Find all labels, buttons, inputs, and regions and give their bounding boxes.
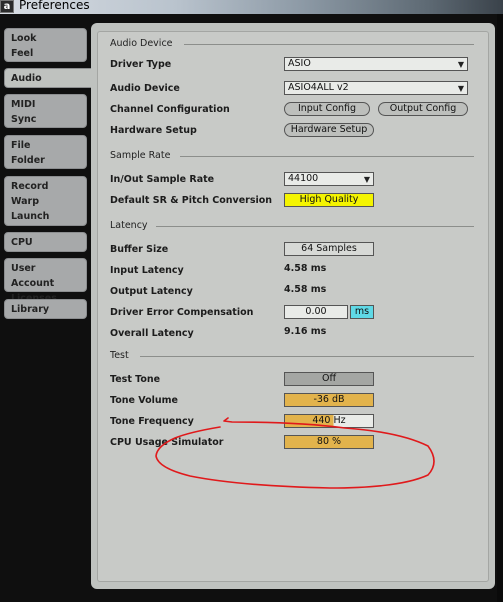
tab-user-account-licenses[interactable]: User Account Licenses (4, 258, 87, 304)
tab-label: Launch (11, 211, 50, 222)
tone-volume-slider[interactable]: -36 dB (284, 393, 374, 407)
output-latency-value: 4.58 ms (284, 284, 327, 295)
tab-file-folder[interactable]: File Folder (4, 135, 87, 169)
test-tone-toggle[interactable]: Off (284, 372, 374, 386)
preferences-panel: Audio Device Driver Type ASIO ▼ Audio De… (91, 23, 495, 589)
tab-record-warp-launch[interactable]: Record Warp Launch (4, 176, 87, 226)
cpu-usage-sim-label: CPU Usage Simulator (110, 437, 224, 448)
input-config-button[interactable]: Input Config (284, 102, 370, 116)
output-latency-label: Output Latency (110, 286, 193, 297)
section-heading-audio-device: Audio Device (110, 38, 173, 49)
hardware-setup-label: Hardware Setup (110, 125, 197, 136)
input-latency-value: 4.58 ms (284, 263, 327, 274)
input-latency-label: Input Latency (110, 265, 184, 276)
chevron-down-icon: ▼ (457, 60, 464, 69)
window-titlebar: a Preferences (0, 0, 503, 14)
tab-look-feel[interactable]: Look Feel (4, 28, 87, 62)
tone-volume-label: Tone Volume (110, 395, 178, 406)
tab-label: Audio (11, 73, 42, 84)
driver-error-unit: ms (350, 305, 374, 319)
tab-label: Feel (11, 48, 34, 59)
tab-label: CPU (11, 237, 33, 248)
tab-label: Library (11, 304, 50, 315)
buffer-size-label: Buffer Size (110, 244, 169, 255)
driver-error-comp-label: Driver Error Compensation (110, 307, 254, 318)
default-sr-label: Default SR & Pitch Conversion (110, 195, 273, 206)
default-sr-button[interactable]: High Quality (284, 193, 374, 207)
section-divider (184, 44, 474, 45)
section-divider (156, 226, 474, 227)
tab-label: Folder (11, 155, 45, 166)
driver-type-value: ASIO (288, 58, 311, 69)
audio-device-label: Audio Device (110, 83, 180, 94)
hardware-setup-button[interactable]: Hardware Setup (284, 123, 374, 137)
app-logo-icon: a (0, 0, 14, 13)
tab-midi-sync[interactable]: MIDI Sync (4, 94, 87, 128)
window-title: Preferences (19, 0, 90, 12)
driver-type-select[interactable]: ASIO ▼ (284, 57, 468, 71)
tone-frequency-label: Tone Frequency (110, 416, 194, 427)
driver-type-label: Driver Type (110, 59, 172, 70)
channel-config-label: Channel Configuration (110, 104, 230, 115)
section-divider (140, 356, 474, 357)
chevron-down-icon: ▼ (457, 84, 464, 93)
driver-error-comp-input[interactable]: 0.00 (284, 305, 348, 319)
tab-label: Look (11, 33, 37, 44)
output-config-button[interactable]: Output Config (378, 102, 468, 116)
audio-settings: Audio Device Driver Type ASIO ▼ Audio De… (97, 31, 489, 582)
tab-cpu[interactable]: CPU (4, 232, 87, 252)
tab-label: Warp (11, 196, 40, 207)
section-heading-test: Test (110, 350, 129, 361)
overall-latency-value: 9.16 ms (284, 326, 327, 337)
io-sample-rate-value: 44100 (288, 173, 319, 184)
tab-label: MIDI (11, 99, 36, 110)
tone-frequency-slider[interactable]: 440 Hz (284, 414, 374, 428)
audio-device-value: ASIO4ALL v2 (288, 82, 349, 93)
chevron-down-icon: ▼ (363, 175, 370, 184)
test-tone-label: Test Tone (110, 374, 161, 385)
io-sample-rate-label: In/Out Sample Rate (110, 174, 215, 185)
io-sample-rate-select[interactable]: 44100 ▼ (284, 172, 374, 186)
tab-label: Record (11, 181, 49, 192)
section-heading-sample-rate: Sample Rate (110, 150, 171, 161)
tab-label: Sync (11, 114, 37, 125)
section-heading-latency: Latency (110, 220, 148, 231)
cpu-usage-sim-slider[interactable]: 80 % (284, 435, 374, 449)
tab-library[interactable]: Library (4, 299, 87, 319)
audio-device-select[interactable]: ASIO4ALL v2 ▼ (284, 81, 468, 95)
window-edge (497, 14, 503, 602)
tab-label: File (11, 140, 31, 151)
buffer-size-select[interactable]: 64 Samples (284, 242, 374, 256)
section-divider (180, 156, 474, 157)
overall-latency-label: Overall Latency (110, 328, 194, 339)
tab-label: User Account (11, 263, 55, 289)
tab-audio[interactable]: Audio (4, 68, 98, 88)
